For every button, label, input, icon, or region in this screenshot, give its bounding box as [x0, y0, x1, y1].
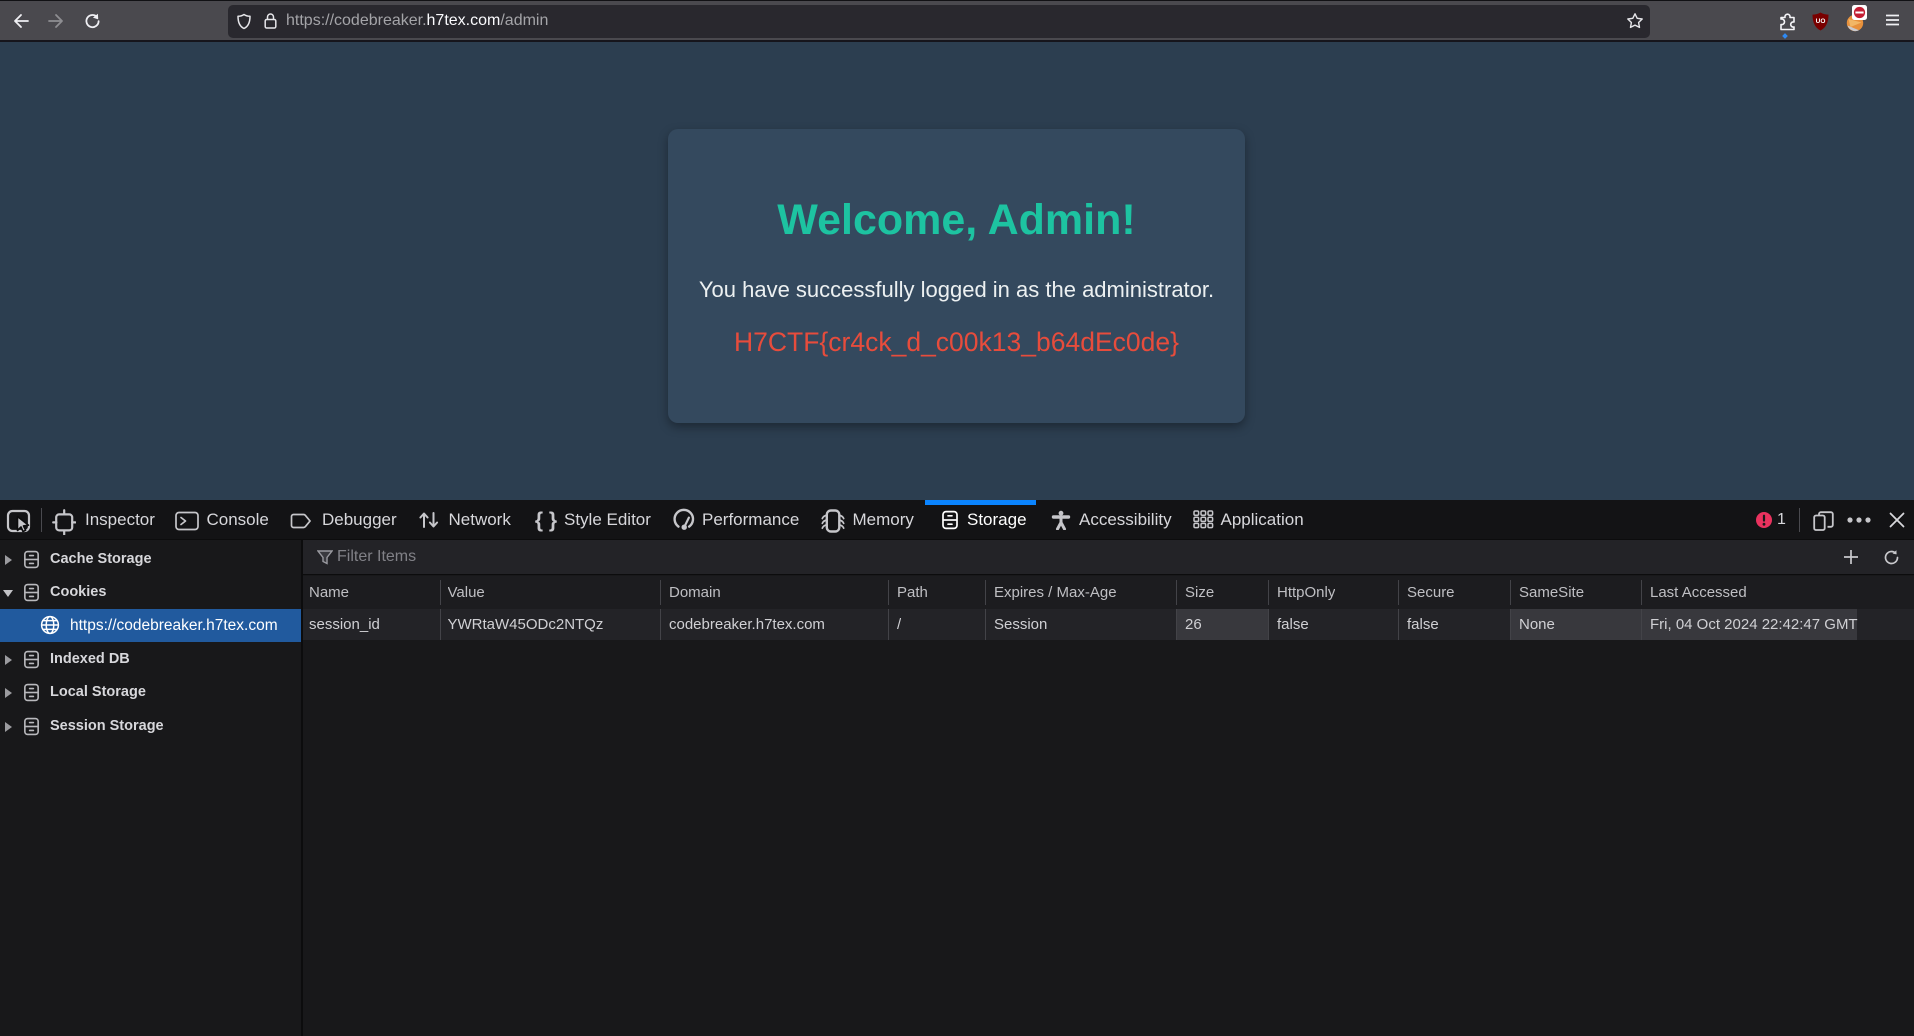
svg-text:{ }: { }: [535, 510, 557, 532]
svg-text:UO: UO: [1816, 18, 1826, 25]
